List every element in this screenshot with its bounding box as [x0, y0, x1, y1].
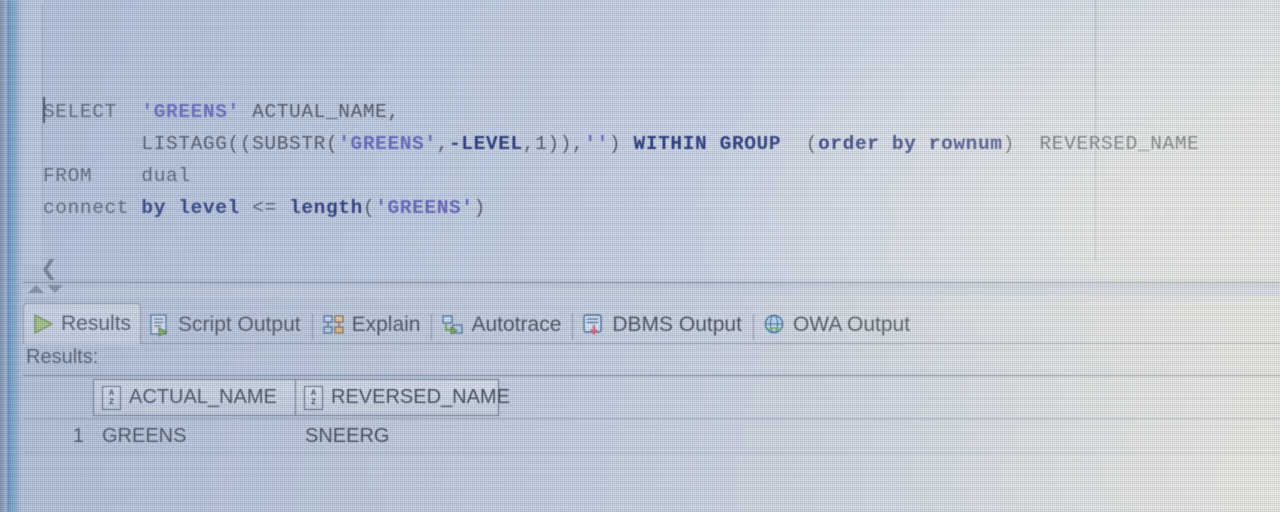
column-header-label: REVERSED_NAME: [331, 386, 510, 408]
grid-header-rule: [23, 418, 1280, 419]
chevron-left-icon[interactable]: ❮: [40, 258, 58, 279]
tab-script-output[interactable]: Script Output: [141, 306, 310, 344]
tab-dbms-output[interactable]: DBMS Output: [575, 306, 751, 344]
column-header-actual-name[interactable]: AZ ACTUAL_NAME: [93, 379, 296, 416]
results-status-label: Results:: [26, 346, 99, 368]
code-token: LISTAGG((SUBSTR(: [43, 133, 339, 155]
cell-actual-name[interactable]: GREENS: [93, 425, 296, 448]
tab-separator: [311, 314, 313, 340]
code-token: 'GREENS': [141, 101, 240, 123]
code-token: order by rownum: [818, 133, 1003, 155]
code-token: ACTUAL_NAME,: [252, 101, 400, 123]
script-output-icon: [150, 314, 169, 337]
tab-separator: [431, 314, 433, 340]
grid-bottom-rule: [23, 452, 1280, 453]
sql-developer-screenshot: SELECT 'GREENS' ACTUAL_NAME, LISTAGG((SU…: [0, 0, 1280, 512]
editor-gutter[interactable]: [23, 0, 43, 265]
tab-label: Explain: [351, 313, 421, 336]
code-token: (: [781, 133, 819, 155]
row-number: 1: [72, 424, 84, 447]
window-edge-highlight: [17, 0, 23, 512]
sql-code-text[interactable]: SELECT 'GREENS' ACTUAL_NAME, LISTAGG((SU…: [43, 96, 1199, 224]
code-token: 'GREENS': [375, 197, 474, 219]
az-sort-icon[interactable]: AZ: [102, 385, 121, 410]
code-token: ,: [436, 133, 449, 155]
code-token: ): [608, 133, 634, 155]
grid-corner-cell: [23, 379, 93, 416]
code-line: connect by level <= length('GREENS'): [43, 192, 1199, 224]
code-token: 'GREENS': [338, 133, 437, 155]
owa-output-icon: [764, 314, 784, 334]
code-token: FROM dual: [43, 165, 191, 187]
explain-plan-icon: [322, 315, 344, 334]
tab-owa-output[interactable]: OWA Output: [756, 306, 919, 344]
dbms-output-icon: [583, 314, 603, 335]
code-token: connect: [43, 197, 142, 219]
tab-label: Autotrace: [471, 313, 562, 336]
code-token: by level: [141, 197, 240, 219]
triangle-up-icon[interactable]: [28, 285, 44, 293]
pane-splitter[interactable]: [23, 283, 1280, 297]
tab-explain[interactable]: Explain: [315, 306, 430, 344]
code-line: SELECT 'GREENS' ACTUAL_NAME,: [43, 96, 1199, 128]
code-token: <=: [239, 197, 290, 219]
code-token: SELECT: [43, 101, 117, 123]
window-edge-blue-strip: [7, 0, 17, 512]
results-tabbar[interactable]: Results Script Output Explain Autotrace …: [23, 300, 1280, 344]
tab-label: Script Output: [178, 313, 301, 336]
tab-label: OWA Output: [792, 313, 911, 336]
code-token: ): [473, 197, 486, 219]
splitter-arrows[interactable]: [28, 285, 63, 293]
code-line: LISTAGG((SUBSTR('GREENS',-LEVEL,1)),'') …: [43, 128, 1199, 160]
results-label-rule: [23, 375, 1280, 376]
az-sort-icon[interactable]: AZ: [304, 385, 323, 410]
code-token: WITHIN GROUP: [633, 133, 782, 155]
tab-label: Results: [61, 312, 132, 335]
autotrace-icon: [442, 315, 464, 335]
code-line: FROM dual: [43, 160, 1199, 192]
tab-results[interactable]: Results: [23, 303, 142, 344]
tab-separator: [752, 314, 754, 340]
tab-label: DBMS Output: [612, 313, 742, 336]
splitter-rule: [23, 282, 1280, 283]
code-token: (: [362, 197, 376, 219]
text-caret: [43, 97, 45, 123]
code-token: ,1)),: [522, 133, 585, 155]
tab-autotrace[interactable]: Autotrace: [434, 306, 570, 344]
column-header-label: ACTUAL_NAME: [129, 386, 277, 408]
triangle-down-icon[interactable]: [47, 285, 63, 293]
tab-separator: [572, 314, 574, 340]
code-token: REVERSED_NAME: [1039, 133, 1200, 155]
window-edge-shadow: [0, 0, 7, 512]
code-token: ): [1002, 133, 1040, 155]
column-header-reversed-name[interactable]: AZ REVERSED_NAME: [296, 379, 510, 416]
green-play-icon: [34, 314, 53, 334]
table-row[interactable]: 1 GREENS SNEERG: [23, 421, 499, 451]
results-grid-header: AZ ACTUAL_NAME AZ REVERSED_NAME: [23, 379, 510, 416]
code-token: length: [289, 197, 363, 219]
cell-reversed-name[interactable]: SNEERG: [296, 425, 499, 448]
code-token: '': [584, 133, 609, 155]
code-token: -LEVEL: [448, 133, 523, 155]
